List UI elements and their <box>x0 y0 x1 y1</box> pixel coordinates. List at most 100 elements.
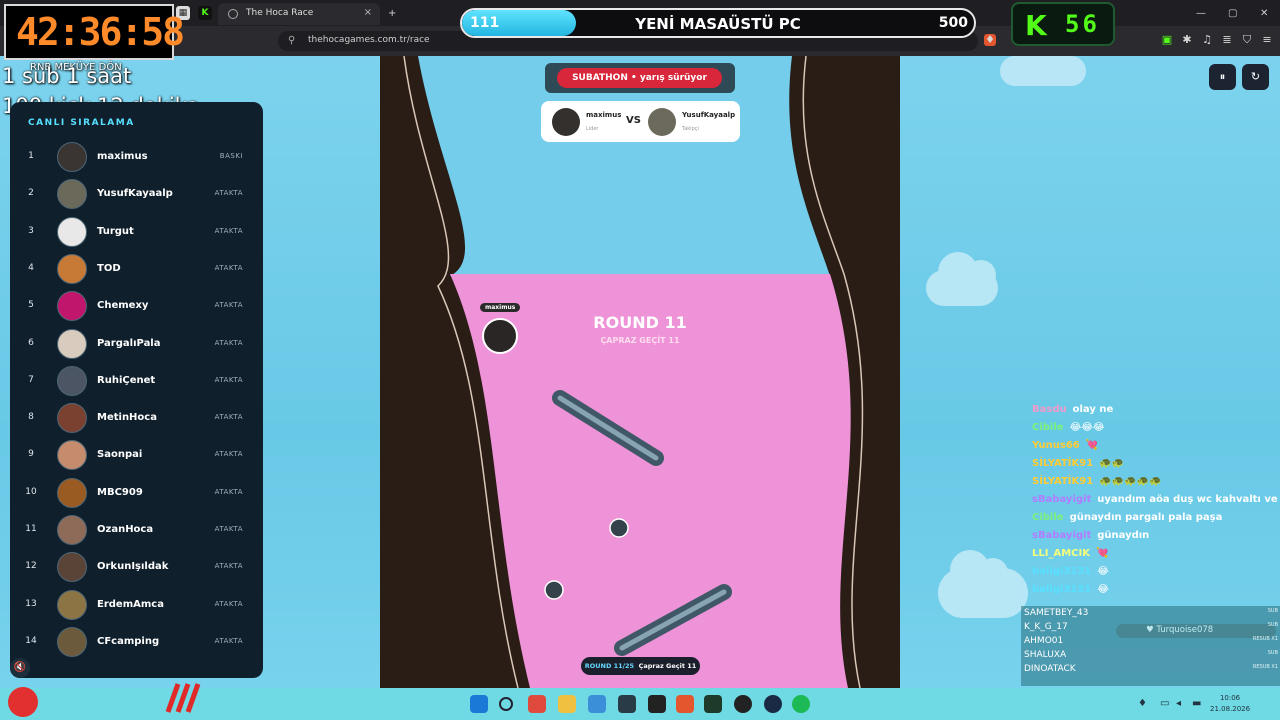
obstacle-peg <box>609 518 629 538</box>
rank-number: 3 <box>28 225 34 236</box>
close-window-button[interactable]: ✕ <box>1260 8 1268 19</box>
avatar <box>57 216 87 247</box>
media-icon[interactable]: ♫ <box>1201 34 1213 46</box>
whatsapp-icon[interactable] <box>704 695 722 713</box>
cloud-decoration <box>1000 38 1086 86</box>
subs-highlight-name: Turquoise078 <box>1156 625 1214 635</box>
chat-text: günaydın pargalı pala paşa <box>1069 512 1223 523</box>
chat-message: SİLYATİK91 🐢🐢 <box>1032 458 1124 474</box>
goal-progress-bar: 111 YENİ MASAÜSTÜ PC 500 <box>460 8 976 38</box>
rank-number: 5 <box>28 300 34 311</box>
rank-number: 12 <box>25 561 37 572</box>
player-status: ATAKTA <box>214 263 243 272</box>
recent-sub-tag: RESUB X1 <box>1252 664 1278 670</box>
avatar <box>552 108 580 136</box>
kick-tab-icon[interactable]: K <box>198 6 212 20</box>
chat-username: LLI_AMCIK <box>1032 548 1090 559</box>
leaderboard-row: 6 PargalıPala ATAKTA <box>10 326 263 362</box>
mute-button[interactable]: 🔇 <box>10 658 30 678</box>
player-status: ATAKTA <box>214 226 243 235</box>
globe-icon <box>228 9 238 19</box>
volume-icon[interactable]: ◂ <box>1176 698 1181 709</box>
avatar <box>57 365 87 396</box>
chat-username: Cibile <box>1032 422 1064 433</box>
player-name: PargalıPala <box>97 337 161 349</box>
avatar <box>57 179 87 210</box>
obstacle-peg <box>544 580 564 600</box>
clock-time: 10:06 <box>1219 694 1241 702</box>
pause-button[interactable]: ⏸ <box>1209 64 1236 90</box>
file-explorer-icon[interactable] <box>558 695 576 713</box>
timer-text: 42:36:58 <box>16 10 185 54</box>
player-marble-avatar <box>482 318 518 354</box>
extension-green-icon[interactable]: ▣ <box>1161 34 1173 46</box>
avatar <box>57 253 87 284</box>
maximize-button[interactable]: ▢ <box>1228 8 1237 19</box>
player-name: maximus <box>97 151 148 162</box>
site-info-icon[interactable]: ⚲ <box>288 35 295 46</box>
rank-number: 7 <box>28 374 34 385</box>
search-icon[interactable] <box>499 697 513 711</box>
brave-icon[interactable] <box>676 695 694 713</box>
steam-icon[interactable] <box>764 695 782 713</box>
avatar <box>57 515 87 545</box>
chat-username: baligi3131 <box>1032 584 1092 595</box>
avatar <box>57 328 87 359</box>
player-name: Turgut <box>97 225 134 237</box>
progress-max: 500 <box>938 15 968 31</box>
spotify-icon[interactable] <box>792 695 810 713</box>
player-name: CFcamping <box>97 635 160 647</box>
recent-sub-name: DINOATACK <box>1024 664 1076 674</box>
player-name: YusufKayaalp <box>97 188 173 200</box>
player-name: TOD <box>97 262 121 274</box>
round-name: Çapraz Geçit 11 <box>638 662 697 670</box>
overlay-line-1: 1 sub 1 saat <box>2 64 132 88</box>
kick-logo-icon: K <box>1025 9 1047 42</box>
photos-icon[interactable] <box>588 695 606 713</box>
reading-list-icon[interactable]: ≣ <box>1221 34 1233 46</box>
follower-label: Takipçi <box>682 126 699 132</box>
player-status: ATAKTA <box>214 189 243 198</box>
refresh-button[interactable]: ↻ <box>1242 64 1269 90</box>
battery-icon[interactable]: ▬ <box>1192 698 1201 709</box>
avatar <box>57 142 87 172</box>
rank-number: 1 <box>28 151 34 161</box>
notion-icon[interactable] <box>648 695 666 713</box>
live-leaderboard: CANLI SIRALAMA 1 maximus BASKI 2 YusufKayaal… <box>10 102 263 678</box>
menu-icon[interactable]: ≡ <box>1261 34 1273 46</box>
new-tab-button[interactable]: + <box>388 8 396 19</box>
avatar <box>648 108 676 136</box>
leaderboard-row: 8 MetinHoca ATAKTA <box>10 400 263 436</box>
chat-text: olay ne <box>1072 404 1114 415</box>
player-name: Chemexy <box>97 300 149 312</box>
leaderboard-row: 13 ErdemAmca ATAKTA <box>10 587 263 623</box>
widgets-icon[interactable] <box>528 695 546 713</box>
leaderboard-row: 4 TOD ATAKTA <box>10 251 263 287</box>
network-icon[interactable]: ▭ <box>1160 698 1169 709</box>
start-icon[interactable] <box>470 695 488 713</box>
system-clock[interactable]: 10:06 21.08.2026 <box>1210 693 1250 715</box>
tab-the-hoca-race[interactable]: The Hoca Race × <box>218 3 380 25</box>
channel-logo <box>8 687 38 717</box>
leaderboard-row: 7 RuhiÇenet ATAKTA <box>10 363 263 399</box>
microphone-icon[interactable]: ♦ <box>1138 698 1147 709</box>
chat-message: Yunus66 💘 <box>1032 440 1098 456</box>
player-status: ATAKTA <box>214 375 243 384</box>
player-status: ATAKTA <box>214 450 243 459</box>
player-name-tag: maximus <box>480 303 521 312</box>
kick-count: 56 <box>1065 10 1100 38</box>
follower-name: YusufKayaalp <box>682 111 736 119</box>
obs-icon[interactable] <box>734 695 752 713</box>
chat-text: günaydın <box>1097 530 1150 541</box>
leaderboard-row: 5 Chemexy ATAKTA <box>10 288 263 324</box>
vpn-shield-icon[interactable]: ⛉ <box>1241 34 1253 46</box>
rank-number: 8 <box>28 412 34 423</box>
camera-icon[interactable] <box>618 695 636 713</box>
brave-shield-icon[interactable]: ♦ <box>984 34 996 46</box>
chat-message: Cibile günaydın pargalı pala paşa <box>1032 512 1222 528</box>
extensions-icon[interactable]: ✱ <box>1181 34 1193 46</box>
subathon-timer: 42:36:58 <box>4 4 185 60</box>
close-icon[interactable]: × <box>364 7 372 18</box>
url-text: thehocagames.com.tr/race <box>308 35 430 45</box>
minimize-button[interactable]: — <box>1196 8 1206 19</box>
